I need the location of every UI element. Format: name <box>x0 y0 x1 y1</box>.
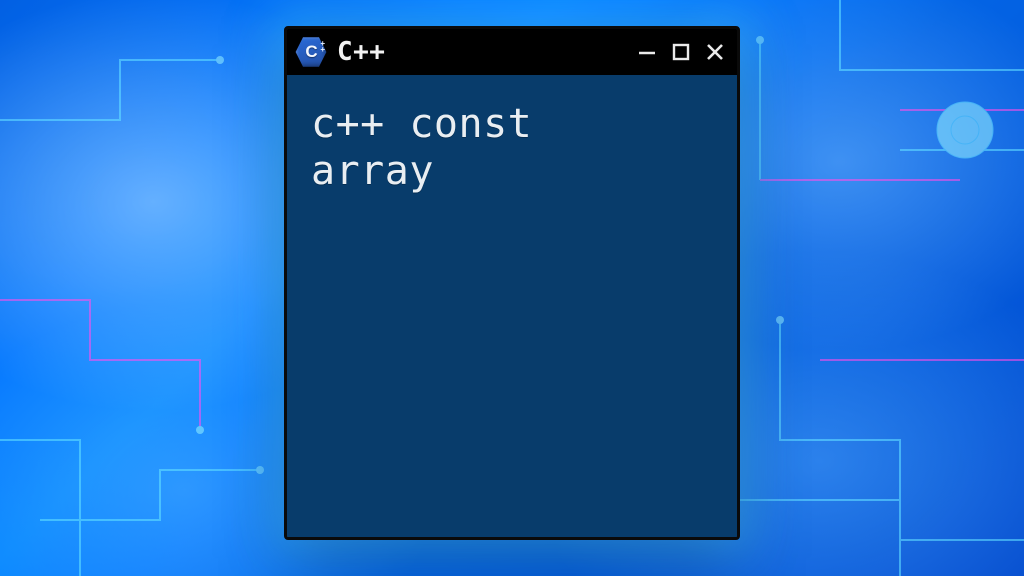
window-client-area: c++ const array <box>287 75 737 537</box>
cpp-hex-icon: C ++ <box>295 36 327 68</box>
window-controls <box>635 40 727 64</box>
terminal-window: C ++ C++ <box>284 26 740 540</box>
minimize-icon <box>637 42 657 62</box>
close-icon <box>705 42 725 62</box>
minimize-button[interactable] <box>635 40 659 64</box>
titlebar[interactable]: C ++ C++ <box>287 29 737 75</box>
maximize-button[interactable] <box>669 40 693 64</box>
close-button[interactable] <box>703 40 727 64</box>
maximize-icon <box>671 42 691 62</box>
background: C ++ C++ <box>0 0 1024 576</box>
window-title: C++ <box>337 37 385 67</box>
content-text: c++ const array <box>311 101 713 195</box>
